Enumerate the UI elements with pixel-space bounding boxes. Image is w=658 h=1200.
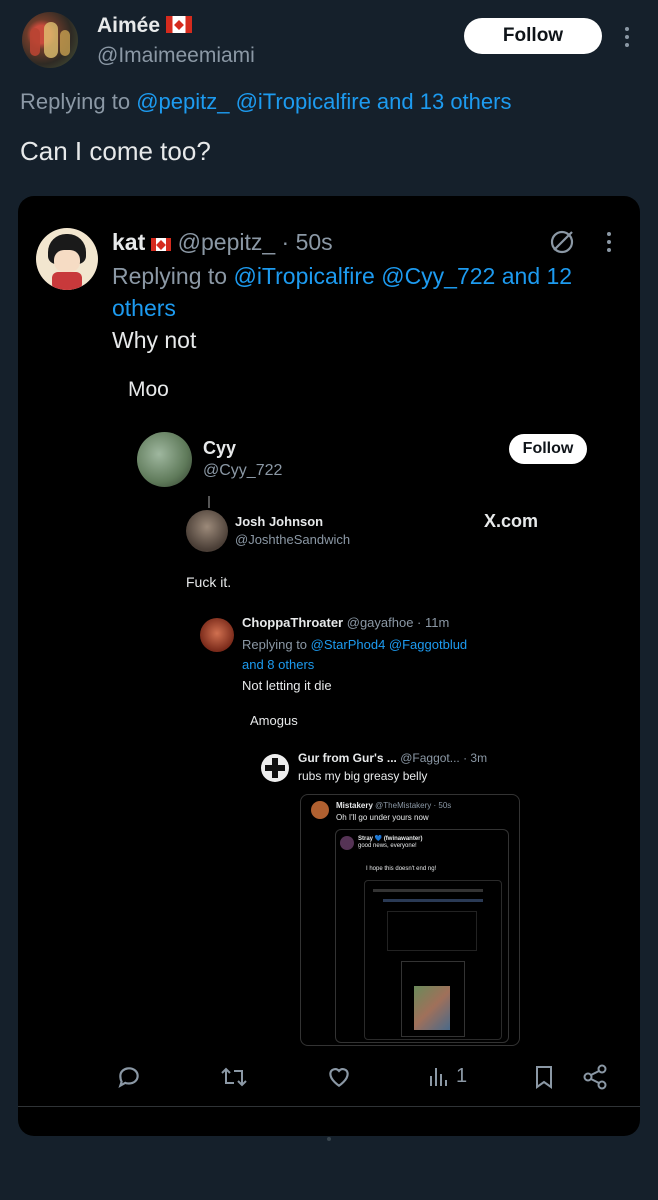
bookmark-icon[interactable] xyxy=(532,1064,556,1090)
author-handle[interactable]: @Imaimeemiami xyxy=(97,44,255,68)
cyy-follow-button: Follow xyxy=(509,434,587,464)
canada-flag-icon xyxy=(151,238,172,251)
more-icon[interactable] xyxy=(625,27,629,51)
choppa-reply-mentions: @StarPhod4 @Faggotblud xyxy=(310,637,468,652)
attached-image[interactable]: Moo Cyy @Cyy_722 Follow Josh Johnson @Jo… xyxy=(112,366,622,1046)
page-indicator-dot xyxy=(327,1137,331,1141)
quoted-name[interactable]: kat xyxy=(112,229,145,255)
mistakery-header: Mistakery @TheMistakery · 50s xyxy=(336,801,451,810)
views-stat[interactable]: 1 xyxy=(428,1064,467,1088)
replying-prefix: Replying to xyxy=(20,89,131,114)
retweet-icon[interactable] xyxy=(220,1064,248,1090)
action-bar: 1 xyxy=(112,1062,612,1092)
share-icon[interactable] xyxy=(582,1063,608,1091)
gur-handle: @Faggot... · 3m xyxy=(400,751,488,765)
quoted-replying-to: Replying to @iTropicalfire @Cyy_722 and … xyxy=(112,260,572,324)
mistakery-avatar xyxy=(311,801,329,819)
moo-text: Moo xyxy=(128,378,169,401)
stray-text: good news, everyone! xyxy=(358,843,417,849)
stray-avatar xyxy=(340,836,354,850)
more-icon[interactable] xyxy=(607,232,611,256)
fuck-it-text: Fuck it. xyxy=(186,574,232,590)
nested-card: Stray 💙 (fwinawanter) good news, everyon… xyxy=(335,829,509,1043)
thread-line xyxy=(208,496,210,508)
like-icon[interactable] xyxy=(326,1064,352,1090)
mistakery-text: Oh I'll go under yours now xyxy=(336,813,429,822)
cyy-handle: @Cyy_722 xyxy=(203,462,283,479)
josh-name: Josh Johnson xyxy=(235,514,324,529)
author-name[interactable]: Aimée xyxy=(97,14,160,37)
canada-flag-icon xyxy=(166,16,193,33)
replying-mentions[interactable]: @pepitz_ @iTropicalfire and 13 others xyxy=(136,89,511,114)
gur-text: rubs my big greasy belly xyxy=(298,769,428,783)
josh-avatar xyxy=(186,510,228,552)
quoted-text: Why not xyxy=(112,327,197,353)
no-sign-icon[interactable] xyxy=(549,229,575,255)
quoted-replying-others[interactable]: others xyxy=(112,295,176,321)
amogus-text: Amogus xyxy=(250,713,298,728)
mistakery-handle: @TheMistakery · 50s xyxy=(375,801,452,810)
cyy-avatar xyxy=(137,432,192,487)
author-name-row[interactable]: Aimée xyxy=(97,14,193,38)
xcom-label: X.com xyxy=(484,511,539,531)
choppa-avatar xyxy=(200,618,234,652)
gur-avatar xyxy=(261,754,289,782)
josh-handle: @JoshtheSandwich xyxy=(235,532,351,547)
choppa-reply-prefix: Replying to xyxy=(242,637,308,652)
replying-to: Replying to @pepitz_ @iTropicalfire and … xyxy=(20,89,511,115)
stray-name: Stray 💙 (fwinawanter) xyxy=(358,836,423,842)
nested-screenshot: Mistakery @TheMistakery · 50s Oh I'll go… xyxy=(300,794,520,1046)
divider xyxy=(18,1106,640,1107)
quoted-handle[interactable]: @pepitz_ xyxy=(178,229,276,255)
quoted-replying-mentions[interactable]: @iTropicalfire @Cyy_722 and 12 xyxy=(233,263,572,289)
follow-button[interactable]: Follow xyxy=(464,18,602,54)
deep-nested-card xyxy=(364,880,502,1040)
quoted-tweet-card[interactable]: kat @pepitz_ · 50s Replying to @iTropica… xyxy=(18,196,640,1136)
choppa-text: Not letting it die xyxy=(242,678,332,693)
gur-header: Gur from Gur's ... @Faggot... · 3m xyxy=(298,751,487,765)
choppa-replying: Replying to @StarPhod4 @Faggotblud and 8… xyxy=(242,635,467,675)
avatar[interactable] xyxy=(22,12,78,68)
views-count: 1 xyxy=(456,1064,468,1087)
tweet-text: Can I come too? xyxy=(20,136,211,166)
gur-name: Gur from Gur's ... xyxy=(298,751,397,765)
quoted-replying-prefix: Replying to xyxy=(112,263,228,289)
cyy-name: Cyy xyxy=(203,438,237,458)
mistakery-name: Mistakery xyxy=(336,801,373,810)
quoted-time[interactable]: · 50s xyxy=(282,229,333,255)
choppa-header: ChoppaThroater @gayafhoe · 11m xyxy=(242,615,449,630)
quoted-avatar[interactable] xyxy=(36,228,98,290)
choppa-name: ChoppaThroater xyxy=(242,615,344,630)
reply-icon[interactable] xyxy=(116,1064,142,1090)
quoted-header: kat @pepitz_ · 50s xyxy=(112,229,333,256)
choppa-handle: @gayafhoe · 11m xyxy=(346,615,450,630)
views-icon xyxy=(430,1068,447,1086)
hope-text: I hope this doesn't end ng! xyxy=(366,866,437,872)
choppa-reply-others: and 8 others xyxy=(242,657,315,672)
